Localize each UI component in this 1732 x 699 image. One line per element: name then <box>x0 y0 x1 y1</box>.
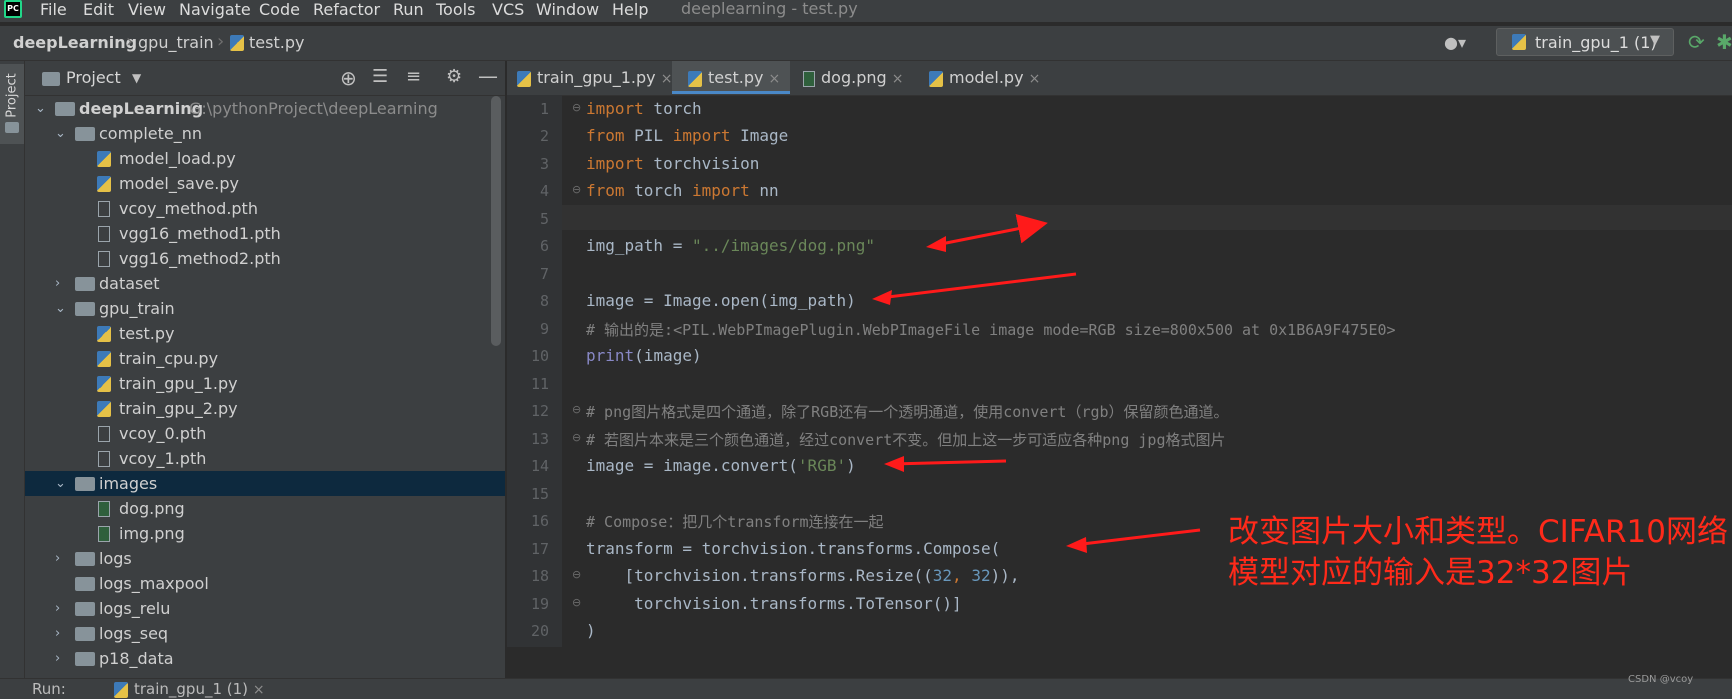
run-label: Run: <box>32 680 66 698</box>
arrow-to-image-open <box>879 272 1077 300</box>
arrow-to-img-path <box>935 213 1048 247</box>
close-icon[interactable]: × <box>253 682 265 698</box>
watermark: CSDN @vcoy <box>1628 674 1694 685</box>
editor-bottom-area <box>507 647 1732 677</box>
arrowhead <box>926 236 946 252</box>
arrow-to-compose <box>1073 528 1201 547</box>
annotation-note: 改变图片大小和类型。CIFAR10网络模型对应的输入是32*32图片 <box>1228 514 1728 591</box>
arrowhead <box>1066 537 1087 553</box>
arrow-to-convert <box>891 459 1007 466</box>
run-tab[interactable]: train_gpu_1 (1) × <box>114 680 265 698</box>
python-file-icon <box>114 681 128 698</box>
arrowhead <box>884 456 904 472</box>
arrowhead <box>872 290 892 305</box>
